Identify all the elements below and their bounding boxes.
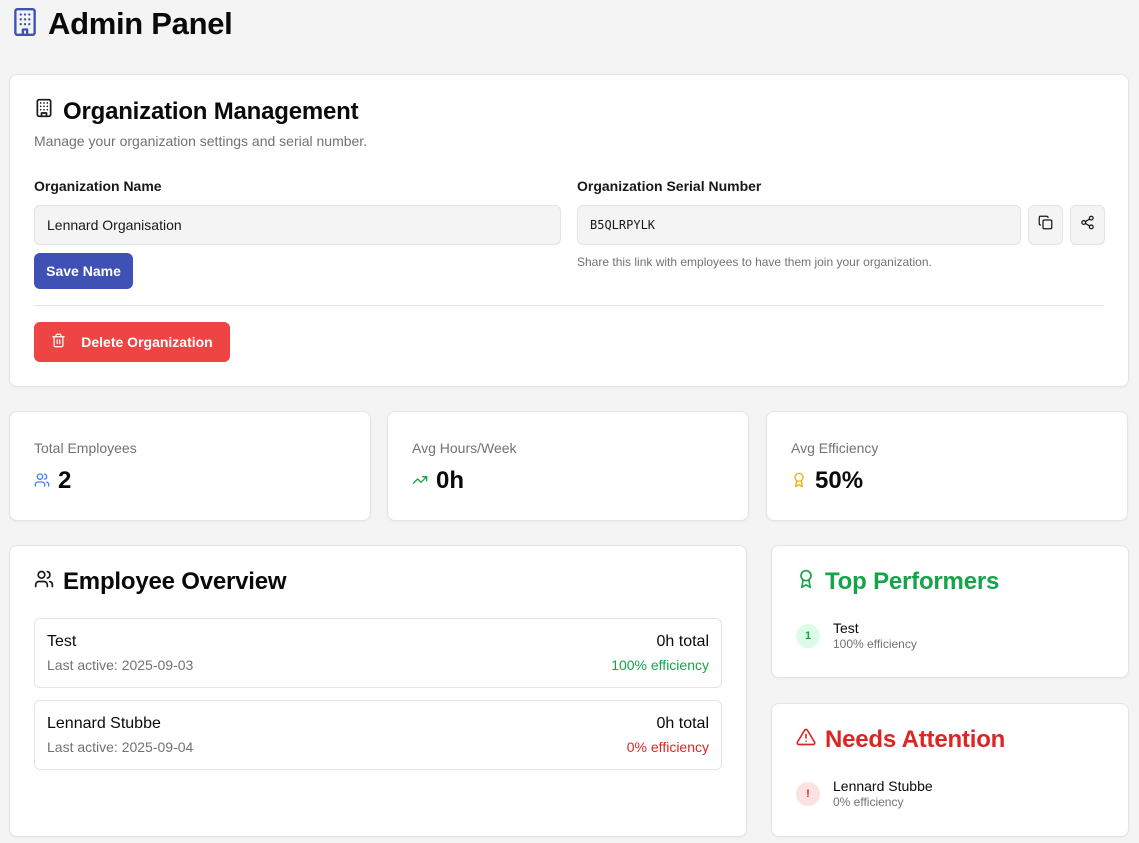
divider xyxy=(34,305,1104,306)
alert-triangle-icon xyxy=(796,726,816,754)
page-title: Admin Panel xyxy=(48,6,233,41)
employee-overview-title-text: Employee Overview xyxy=(63,568,287,595)
stat-value: 50% xyxy=(815,467,864,494)
organization-management-card: Organization Management Manage your orga… xyxy=(9,74,1129,387)
delete-organization-button[interactable]: Delete Organization xyxy=(34,322,230,362)
stat-label: Total Employees xyxy=(34,440,137,456)
employee-overview-title: Employee Overview xyxy=(34,568,287,596)
org-serial-value: B5QLRPYLK xyxy=(590,218,656,232)
org-name-label: Organization Name xyxy=(34,178,162,194)
award-icon xyxy=(796,568,816,596)
needs-attention-title: Needs Attention xyxy=(796,726,1005,754)
building-icon xyxy=(12,7,38,42)
needs-attention-efficiency: 0% efficiency xyxy=(833,795,904,809)
employee-total-hours: 0h total xyxy=(656,715,709,732)
top-performer-info: Test 100% efficiency xyxy=(833,620,917,652)
stat-label: Avg Efficiency xyxy=(791,440,879,456)
top-performer-name: Test xyxy=(833,620,859,636)
org-serial-label: Organization Serial Number xyxy=(577,178,762,194)
stat-card-avg-efficiency: Avg Efficiency 50% xyxy=(766,411,1128,521)
save-name-button[interactable]: Save Name xyxy=(34,253,133,289)
users-icon xyxy=(34,467,50,495)
stat-card-avg-hours: Avg Hours/Week 0h xyxy=(387,411,749,521)
serial-hint: Share this link with employees to have t… xyxy=(577,255,932,269)
stat-label: Avg Hours/Week xyxy=(412,440,517,456)
top-performer-efficiency: 100% efficiency xyxy=(833,637,917,651)
award-icon xyxy=(791,467,807,495)
org-serial-input[interactable]: B5QLRPYLK xyxy=(577,205,1021,245)
copy-icon xyxy=(1038,215,1053,235)
employee-efficiency: 100% efficiency xyxy=(611,657,709,673)
share-icon xyxy=(1080,215,1095,235)
employee-overview-card: Employee Overview Test Last active: 2025… xyxy=(9,545,747,837)
employee-name: Test xyxy=(47,633,77,650)
stat-value-row: 2 xyxy=(34,467,71,495)
needs-attention-title-text: Needs Attention xyxy=(825,726,1006,753)
employee-last-active: Last active: 2025-09-04 xyxy=(47,739,194,755)
needs-attention-item: ! Lennard Stubbe 0% efficiency xyxy=(796,778,933,810)
rank-badge: 1 xyxy=(796,624,820,648)
stat-value-row: 50% xyxy=(791,467,863,495)
building-icon xyxy=(34,97,54,126)
org-card-description: Manage your organization settings and se… xyxy=(34,133,368,149)
org-card-title-text: Organization Management xyxy=(63,97,359,125)
alert-badge: ! xyxy=(796,782,820,806)
top-performer-item: 1 Test 100% efficiency xyxy=(796,620,917,652)
org-name-value: Lennard Organisation xyxy=(47,217,182,233)
copy-serial-button[interactable] xyxy=(1028,205,1063,245)
stat-value: 0h xyxy=(436,467,465,494)
needs-attention-name: Lennard Stubbe xyxy=(833,778,933,794)
trending-up-icon xyxy=(412,467,428,495)
employee-row[interactable]: Lennard Stubbe Last active: 2025-09-04 0… xyxy=(34,700,722,770)
users-icon xyxy=(34,568,54,596)
stat-card-total-employees: Total Employees 2 xyxy=(9,411,371,521)
trash-icon xyxy=(51,333,66,351)
employee-row[interactable]: Test Last active: 2025-09-03 0h total 10… xyxy=(34,618,722,688)
share-serial-button[interactable] xyxy=(1070,205,1105,245)
employee-total-hours: 0h total xyxy=(656,633,709,650)
top-performers-title-text: Top Performers xyxy=(825,568,1000,595)
employee-last-active: Last active: 2025-09-03 xyxy=(47,657,194,673)
stat-value: 2 xyxy=(58,467,72,494)
needs-attention-info: Lennard Stubbe 0% efficiency xyxy=(833,778,933,810)
needs-attention-card: Needs Attention ! Lennard Stubbe 0% effi… xyxy=(771,703,1129,837)
org-card-title: Organization Management xyxy=(34,97,359,126)
top-performers-title: Top Performers xyxy=(796,568,999,596)
page-header: Admin Panel xyxy=(12,6,233,42)
employee-name: Lennard Stubbe xyxy=(47,715,161,732)
stat-value-row: 0h xyxy=(412,467,464,495)
employee-efficiency: 0% efficiency xyxy=(626,739,709,755)
org-name-input[interactable]: Lennard Organisation xyxy=(34,205,561,245)
top-performers-card: Top Performers 1 Test 100% efficiency xyxy=(771,545,1129,678)
delete-organization-label: Delete Organization xyxy=(81,334,213,350)
